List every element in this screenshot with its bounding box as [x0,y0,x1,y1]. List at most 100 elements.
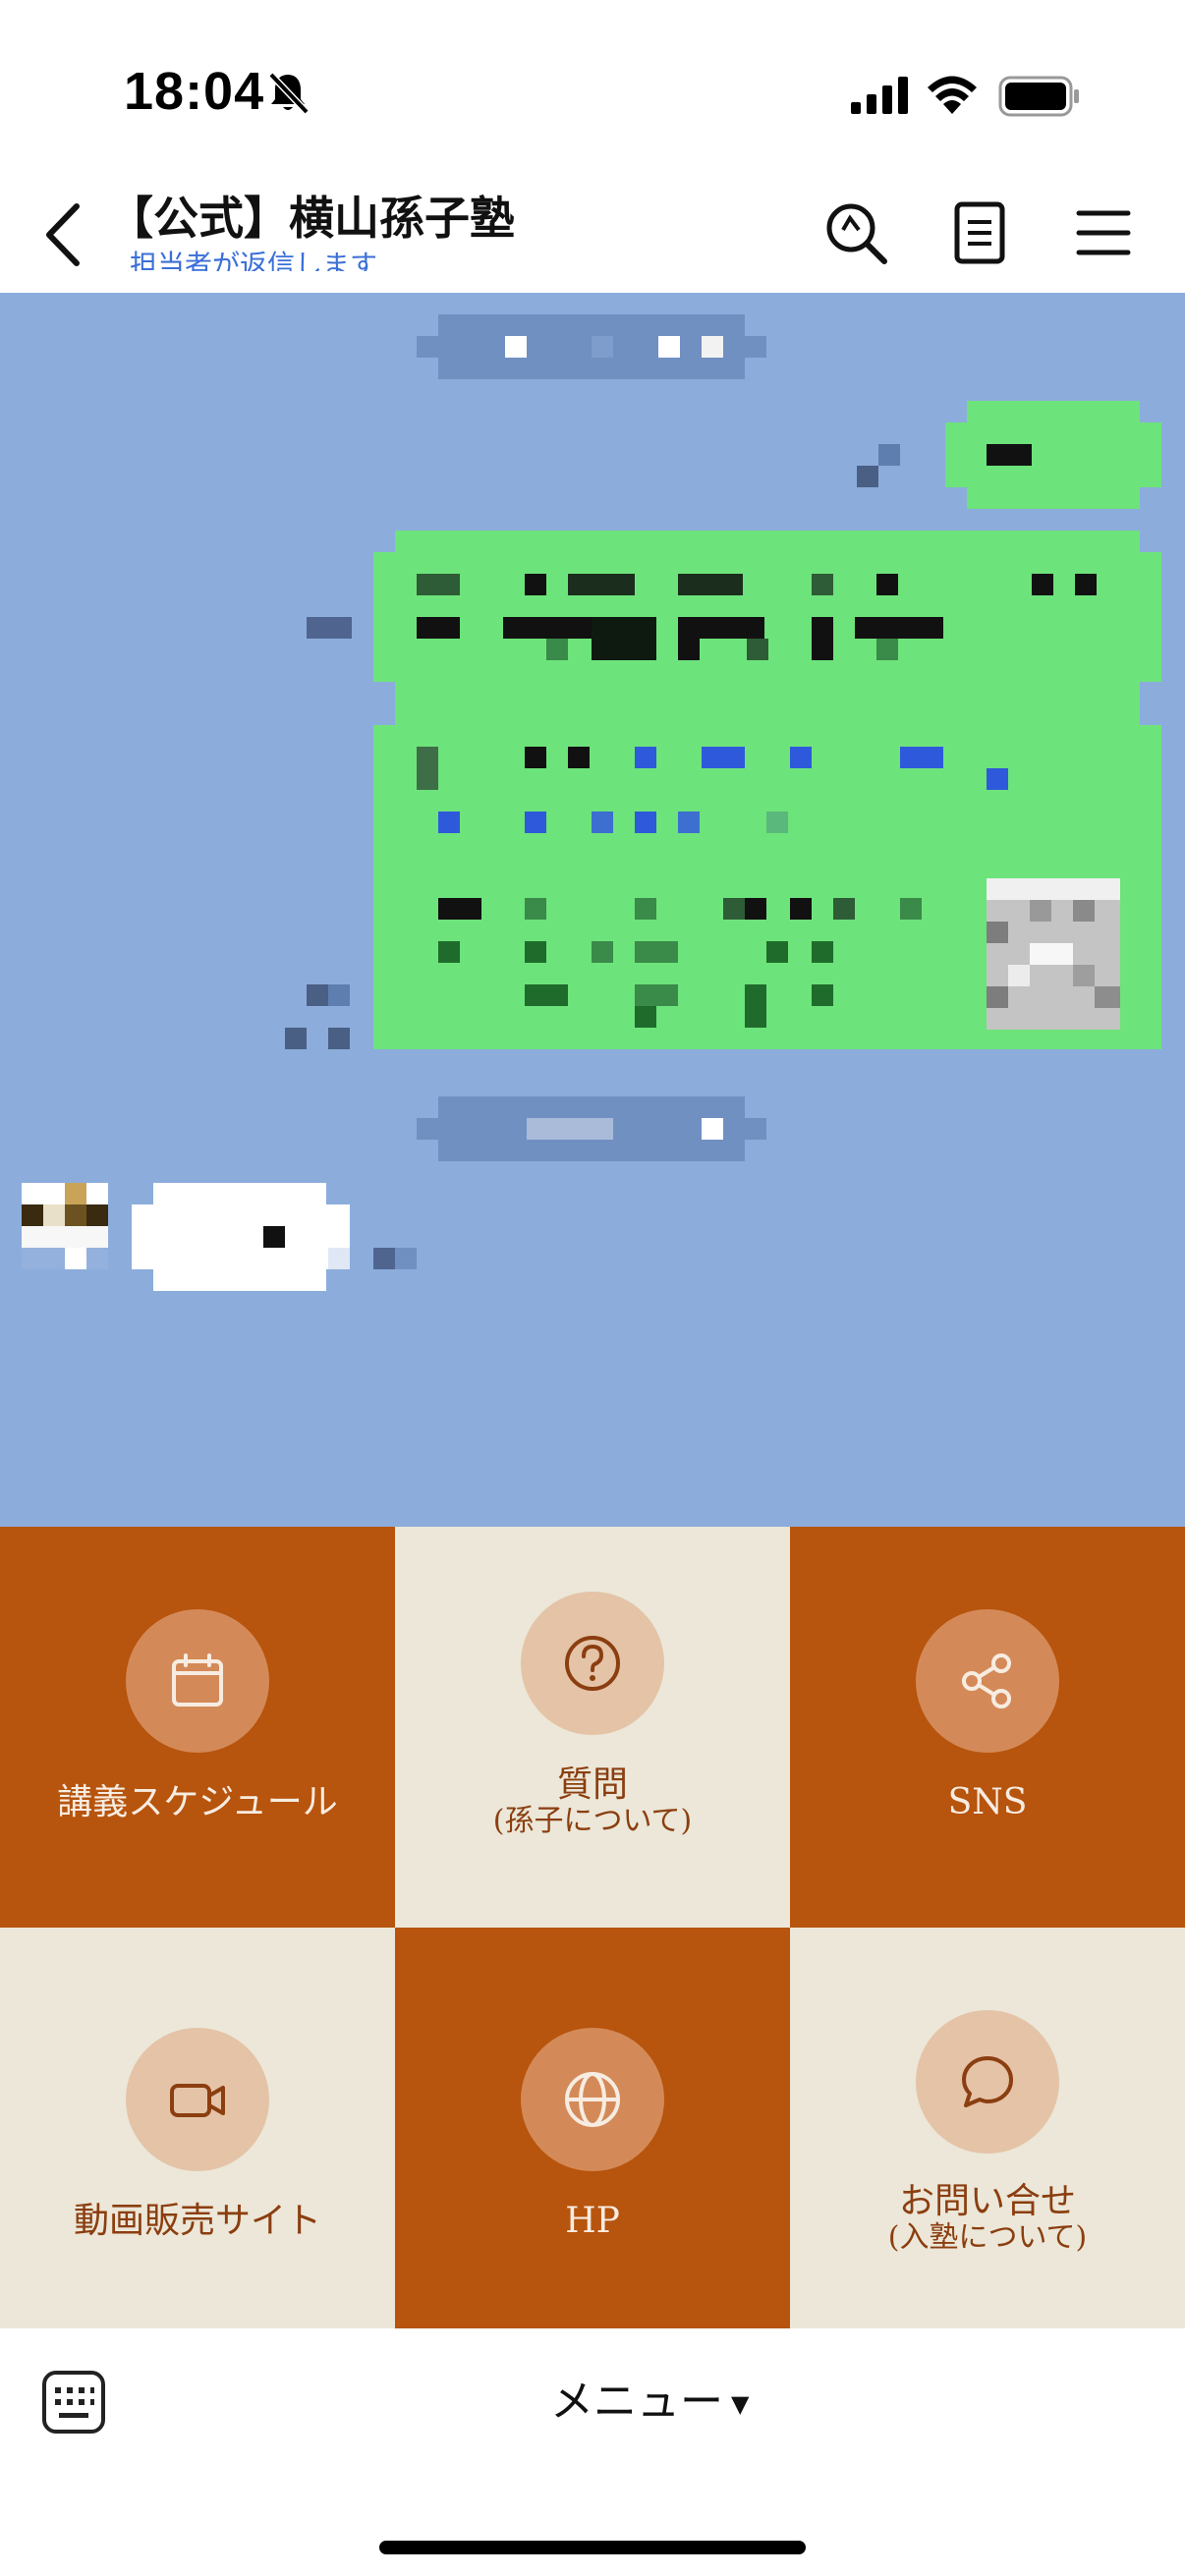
chevron-down-icon: ▼ [731,2390,750,2418]
pixel-block [417,747,438,790]
pixel-block [1030,943,1073,965]
pixel-block [568,747,590,768]
chat-title[interactable]: 【公式】横山孫子塾 [108,183,515,248]
pixel-block [505,336,527,358]
pixel-block [702,747,745,768]
pixel-block [1095,986,1120,1008]
pixel-block [678,812,700,833]
menu-item-schedule[interactable]: 講義スケジュール [0,1527,395,1928]
pixel-block [285,1028,307,1049]
status-time: 18:04 [124,62,265,121]
pixel-block [987,768,1008,790]
menu-item-contact[interactable]: お問い合せ (入塾について) [790,1928,1185,2328]
notes-icon[interactable] [947,200,1012,265]
pixel-block [527,1118,613,1140]
bottom-bar: メニュー ▼ [0,2328,1185,2576]
rich-menu: 講義スケジュール 質問 (孫子について) SNS 動画販売サイト HP お問い合… [0,1527,1185,2328]
pixel-block [328,1248,350,1269]
pixel-block [987,878,1120,900]
pixel-block [878,444,900,466]
pixel-block [592,812,613,833]
pixel-block [855,617,943,639]
menu-item-video-store[interactable]: 動画販売サイト [0,1928,395,2328]
menu-item-question[interactable]: 質問 (孫子について) [395,1527,790,1928]
pixel-block [812,984,833,1006]
globe-icon [521,2028,664,2171]
pixel-block [1032,574,1053,595]
pixel-block [833,898,855,920]
pixel-block [592,941,613,963]
pixel-block [307,617,352,639]
menu-icon[interactable] [1071,200,1136,265]
pixel-block [635,941,678,963]
pixel-block [745,898,766,920]
menu-label: お問い合せ [898,2181,1076,2221]
back-icon[interactable] [39,200,86,269]
pixel-block [635,898,656,920]
pixel-block [635,984,678,1006]
pixel-block [22,1204,43,1226]
pixel-block [723,898,745,920]
menu-label: SNS [947,1782,1028,1822]
menu-label: 動画販売サイト [73,2201,321,2241]
pixel-block [1073,900,1095,922]
menu-sublabel: (孫子について) [492,1804,693,1838]
pixel-block [635,747,656,768]
pixel-block [1030,900,1051,922]
cellular-signal-icon [851,77,908,114]
pixel-block [857,466,878,487]
pixel-block [417,574,460,595]
chat-bubble-icon [916,2010,1059,2154]
bell-slash-icon [268,72,310,115]
pixel-block [438,898,481,920]
pixel-block [987,444,1032,466]
pixel-block [812,941,833,963]
pixel-block [525,574,546,595]
chat-messages[interactable] [0,293,1185,1527]
pixel-block [635,812,656,833]
pixel-block [417,617,460,639]
pixel-block [525,898,546,920]
pixel-block [678,574,743,595]
chat-header: 【公式】横山孫子塾 担当者が返信します [0,177,1185,293]
pixel-block [525,747,546,768]
pixel-block [678,617,764,639]
pixel-block [525,941,546,963]
pixel-block [1008,965,1030,986]
pixel-block [65,1248,86,1269]
pixel-block [766,941,788,963]
pixel-block [702,336,723,358]
pixel-block [876,639,898,660]
search-icon[interactable] [823,200,888,265]
pixel-block [373,1248,395,1269]
pixel-block [790,747,812,768]
menu-label: 講義スケジュール [57,1782,338,1822]
menu-toggle-button[interactable]: メニュー ▼ [550,2366,749,2429]
pixel-block [812,574,833,595]
pixel-block [307,984,328,1006]
pixel-block [86,1204,108,1226]
pixel-block [658,336,680,358]
pixel-block [592,336,613,358]
pixel-block [525,812,546,833]
pixel-block [263,1226,285,1248]
menu-item-homepage[interactable]: HP [395,1928,790,2328]
pixel-block [438,941,460,963]
bubble-edge [373,552,1161,682]
pixel-block [876,574,898,595]
menu-item-sns[interactable]: SNS [790,1527,1185,1928]
bubble-edge [945,422,1161,487]
pixel-block [568,574,635,595]
share-icon [916,1609,1059,1753]
pixel-block [747,639,768,660]
home-indicator[interactable] [379,2541,806,2554]
pixel-block [43,1204,65,1226]
pixel-block [1075,574,1097,595]
question-icon [521,1592,664,1735]
pixel-block [766,812,788,833]
battery-icon [998,76,1079,117]
pixel-block [525,984,568,1006]
pixel-block [635,1006,656,1028]
keyboard-icon[interactable] [41,2370,106,2435]
status-bar: 18:04 [0,0,1185,177]
